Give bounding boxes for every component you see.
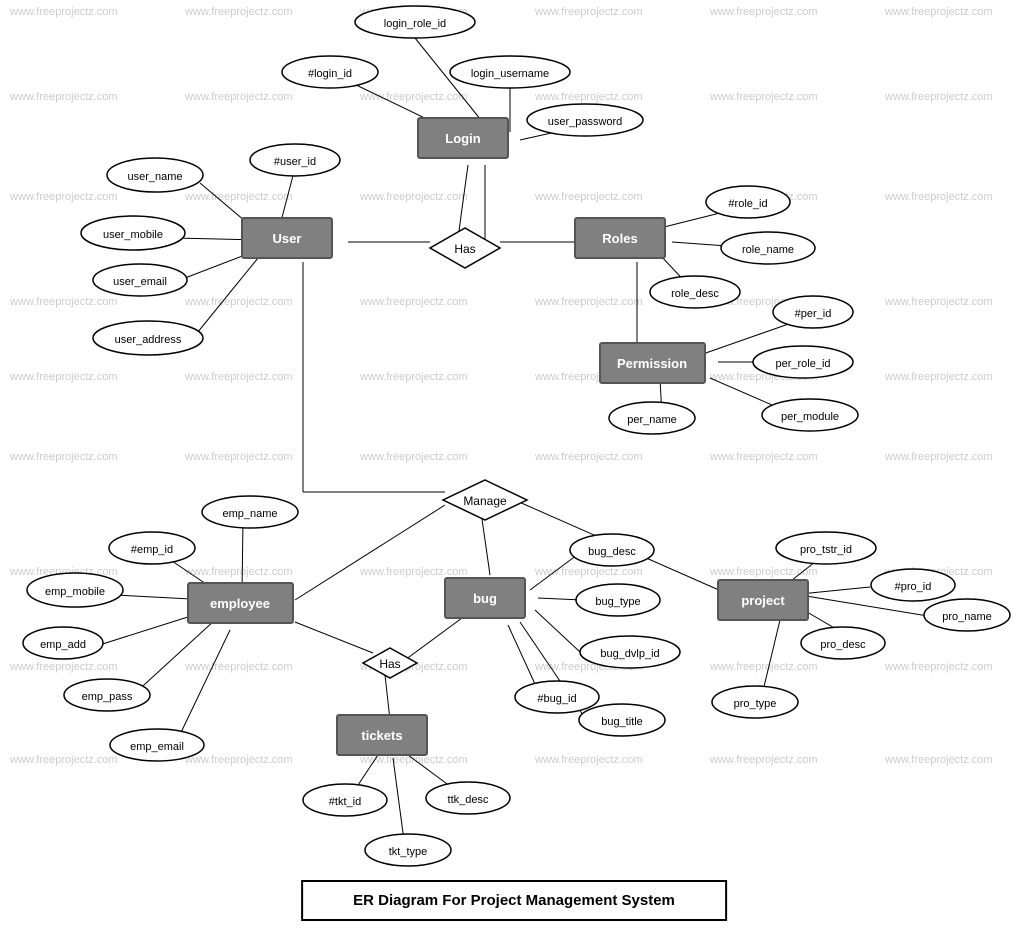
svg-text:www.freeprojectz.com: www.freeprojectz.com <box>184 566 293 578</box>
svg-text:tickets: tickets <box>361 728 402 743</box>
svg-text:www.freeprojectz.com: www.freeprojectz.com <box>9 451 118 463</box>
svg-text:tkt_type: tkt_type <box>389 846 428 858</box>
svg-text:www.freeprojectz.com: www.freeprojectz.com <box>534 6 643 18</box>
svg-text:Login: Login <box>445 131 480 146</box>
svg-text:bug_title: bug_title <box>601 716 643 728</box>
svg-text:pro_type: pro_type <box>734 698 777 710</box>
svg-text:bug_dvlp_id: bug_dvlp_id <box>600 648 659 660</box>
svg-text:www.freeprojectz.com: www.freeprojectz.com <box>709 754 818 766</box>
svg-text:bug_type: bug_type <box>595 596 640 608</box>
svg-text:#user_id: #user_id <box>274 156 316 168</box>
svg-text:www.freeprojectz.com: www.freeprojectz.com <box>9 91 118 103</box>
er-diagram: www.freeprojectz.com www.freeprojectz.co… <box>0 0 1028 870</box>
svg-text:per_role_id: per_role_id <box>775 358 830 370</box>
svg-text:www.freeprojectz.com: www.freeprojectz.com <box>359 91 468 103</box>
svg-text:#emp_id: #emp_id <box>131 544 173 556</box>
svg-text:emp_email: emp_email <box>130 741 184 753</box>
svg-text:per_module: per_module <box>781 411 839 423</box>
svg-text:user_mobile: user_mobile <box>103 229 163 241</box>
svg-text:www.freeprojectz.com: www.freeprojectz.com <box>9 371 118 383</box>
svg-text:Permission: Permission <box>617 356 687 371</box>
svg-text:www.freeprojectz.com: www.freeprojectz.com <box>184 6 293 18</box>
svg-text:www.freeprojectz.com: www.freeprojectz.com <box>184 754 293 766</box>
svg-text:www.freeprojectz.com: www.freeprojectz.com <box>884 296 993 308</box>
svg-text:Has: Has <box>379 657 400 671</box>
svg-text:ttk_desc: ttk_desc <box>448 794 489 806</box>
svg-text:www.freeprojectz.com: www.freeprojectz.com <box>9 754 118 766</box>
svg-text:www.freeprojectz.com: www.freeprojectz.com <box>184 371 293 383</box>
svg-text:role_name: role_name <box>742 244 794 256</box>
svg-text:www.freeprojectz.com: www.freeprojectz.com <box>884 754 993 766</box>
svg-text:bug_desc: bug_desc <box>588 546 636 558</box>
svg-text:www.freeprojectz.com: www.freeprojectz.com <box>534 296 643 308</box>
svg-text:emp_mobile: emp_mobile <box>45 586 105 598</box>
svg-text:www.freeprojectz.com: www.freeprojectz.com <box>534 451 643 463</box>
svg-text:www.freeprojectz.com: www.freeprojectz.com <box>184 191 293 203</box>
svg-text:www.freeprojectz.com: www.freeprojectz.com <box>9 6 118 18</box>
svg-text:www.freeprojectz.com: www.freeprojectz.com <box>709 566 818 578</box>
svg-text:role_desc: role_desc <box>671 288 719 300</box>
svg-text:User: User <box>273 231 302 246</box>
svg-text:#bug_id: #bug_id <box>537 693 576 705</box>
svg-text:Manage: Manage <box>463 494 507 508</box>
svg-text:pro_name: pro_name <box>942 611 992 623</box>
svg-text:user_name: user_name <box>127 171 182 183</box>
svg-text:www.freeprojectz.com: www.freeprojectz.com <box>359 451 468 463</box>
svg-text:Roles: Roles <box>602 231 637 246</box>
svg-text:#per_id: #per_id <box>795 308 832 320</box>
svg-text:employee: employee <box>210 596 270 611</box>
svg-text:pro_desc: pro_desc <box>820 639 866 651</box>
svg-text:Has: Has <box>454 242 475 256</box>
svg-text:www.freeprojectz.com: www.freeprojectz.com <box>884 91 993 103</box>
svg-text:www.freeprojectz.com: www.freeprojectz.com <box>709 91 818 103</box>
svg-text:user_password: user_password <box>548 116 623 128</box>
svg-text:#tkt_id: #tkt_id <box>329 796 361 808</box>
svg-text:www.freeprojectz.com: www.freeprojectz.com <box>709 451 818 463</box>
svg-text:www.freeprojectz.com: www.freeprojectz.com <box>359 296 468 308</box>
svg-text:per_name: per_name <box>627 414 677 426</box>
diagram-title: ER Diagram For Project Management System <box>301 880 727 921</box>
svg-text:www.freeprojectz.com: www.freeprojectz.com <box>184 451 293 463</box>
svg-text:www.freeprojectz.com: www.freeprojectz.com <box>884 451 993 463</box>
svg-text:emp_pass: emp_pass <box>82 691 133 703</box>
svg-text:www.freeprojectz.com: www.freeprojectz.com <box>184 296 293 308</box>
svg-text:www.freeprojectz.com: www.freeprojectz.com <box>884 661 993 673</box>
svg-text:www.freeprojectz.com: www.freeprojectz.com <box>9 296 118 308</box>
svg-text:#role_id: #role_id <box>728 198 767 210</box>
svg-text:www.freeprojectz.com: www.freeprojectz.com <box>359 371 468 383</box>
svg-text:login_role_id: login_role_id <box>384 18 446 30</box>
svg-text:www.freeprojectz.com: www.freeprojectz.com <box>9 191 118 203</box>
svg-text:www.freeprojectz.com: www.freeprojectz.com <box>184 91 293 103</box>
svg-text:www.freeprojectz.com: www.freeprojectz.com <box>884 191 993 203</box>
svg-text:emp_name: emp_name <box>222 508 277 520</box>
svg-text:project: project <box>741 593 785 608</box>
svg-text:www.freeprojectz.com: www.freeprojectz.com <box>359 191 468 203</box>
title-text: ER Diagram For Project Management System <box>353 892 675 909</box>
svg-text:bug: bug <box>473 591 497 606</box>
svg-text:www.freeprojectz.com: www.freeprojectz.com <box>9 661 118 673</box>
svg-text:www.freeprojectz.com: www.freeprojectz.com <box>709 661 818 673</box>
svg-text:www.freeprojectz.com: www.freeprojectz.com <box>534 191 643 203</box>
svg-text:www.freeprojectz.com: www.freeprojectz.com <box>184 661 293 673</box>
svg-text:www.freeprojectz.com: www.freeprojectz.com <box>359 566 468 578</box>
svg-text:user_email: user_email <box>113 276 167 288</box>
svg-text:www.freeprojectz.com: www.freeprojectz.com <box>534 754 643 766</box>
svg-text:www.freeprojectz.com: www.freeprojectz.com <box>534 91 643 103</box>
svg-text:www.freeprojectz.com: www.freeprojectz.com <box>534 566 643 578</box>
svg-text:#login_id: #login_id <box>308 68 352 80</box>
svg-text:emp_add: emp_add <box>40 639 86 651</box>
svg-text:login_username: login_username <box>471 68 549 80</box>
svg-text:user_address: user_address <box>115 334 182 346</box>
svg-text:www.freeprojectz.com: www.freeprojectz.com <box>709 6 818 18</box>
svg-text:pro_tstr_id: pro_tstr_id <box>800 544 852 556</box>
svg-text:www.freeprojectz.com: www.freeprojectz.com <box>884 371 993 383</box>
svg-text:#pro_id: #pro_id <box>895 581 932 593</box>
svg-text:www.freeprojectz.com: www.freeprojectz.com <box>884 6 993 18</box>
